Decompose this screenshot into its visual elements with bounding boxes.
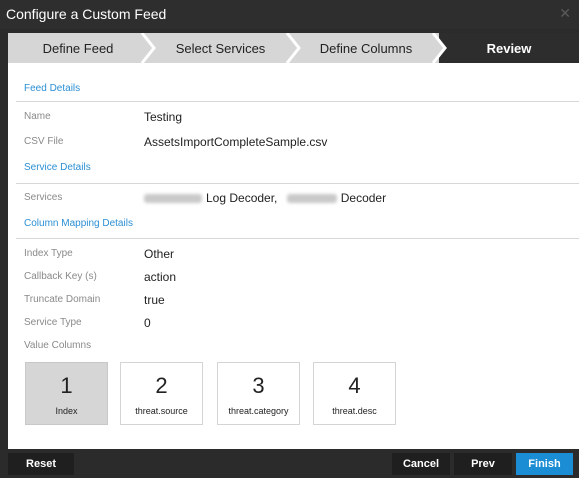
dialog-title: Configure a Custom Feed (6, 6, 167, 22)
reset-button[interactable]: Reset (8, 453, 74, 475)
index-type-value: Other (144, 247, 175, 261)
service2-type: Decoder (340, 191, 387, 205)
service-type-label: Service Type (24, 317, 82, 328)
wizard-step-review[interactable]: Review (439, 33, 579, 63)
wizard-step-label: Define Columns (319, 40, 413, 56)
close-icon[interactable]: ✕ (559, 5, 571, 22)
wizard-step-label: Review (486, 40, 532, 56)
divider (16, 101, 579, 102)
column-name: threat.source (135, 406, 188, 416)
services-label: Services (24, 192, 63, 203)
truncate-domain-value: true (144, 293, 165, 307)
section-heading-service-details: Service Details (24, 162, 91, 173)
section-heading-feed-details: Feed Details (24, 83, 81, 94)
value-column-tile[interactable]: 1 Index (25, 362, 108, 425)
column-name: Index (55, 406, 78, 416)
finish-button[interactable]: Finish (516, 453, 573, 475)
wizard-step-define-columns[interactable]: Define Columns (293, 33, 439, 63)
column-number: 2 (155, 373, 168, 398)
csv-file-label: CSV File (24, 136, 64, 147)
wizard-step-select-services[interactable]: Select Services (148, 33, 293, 63)
callback-key-label: Callback Key (s) (24, 271, 97, 282)
truncate-domain-label: Truncate Domain (24, 294, 101, 305)
configure-feed-dialog: Configure a Custom Feed ✕ Define Feed Se… (0, 0, 579, 478)
dialog-footer: Reset Cancel Prev Finish (0, 449, 579, 478)
name-label: Name (24, 111, 51, 122)
name-value: Testing (144, 110, 183, 124)
wizard-step-define-feed[interactable]: Define Feed (8, 33, 148, 63)
wizard-step-label: Define Feed (42, 40, 114, 56)
prev-button[interactable]: Prev (454, 453, 512, 475)
services-value: Log Decoder, Decoder (144, 191, 386, 205)
divider (16, 183, 579, 184)
column-number: 3 (252, 373, 265, 398)
csv-file-value: AssetsImportCompleteSample.csv (144, 135, 328, 149)
chevron-right-icon (140, 33, 156, 63)
index-type-label: Index Type (24, 248, 73, 259)
value-column-tile[interactable]: 3 threat.category (217, 362, 300, 425)
value-column-tile[interactable]: 4 threat.desc (313, 362, 396, 425)
column-number: 4 (348, 373, 361, 398)
column-name: threat.category (228, 406, 289, 416)
column-number: 1 (60, 373, 73, 398)
value-column-tile[interactable]: 2 threat.source (120, 362, 203, 425)
cancel-button[interactable]: Cancel (392, 453, 450, 475)
callback-key-value: action (144, 270, 177, 284)
redacted-ip (286, 194, 337, 204)
section-heading-column-mapping: Column Mapping Details (24, 218, 133, 229)
chevron-right-icon (285, 33, 301, 63)
divider (16, 238, 579, 239)
service-type-value: 0 (144, 316, 151, 330)
redacted-ip (144, 194, 202, 204)
review-content: Feed Details Name Testing CSV File Asset… (8, 63, 579, 449)
column-name: threat.desc (332, 406, 377, 416)
value-columns-label: Value Columns (24, 340, 92, 351)
service1-type: Log Decoder, (206, 191, 278, 205)
chevron-right-icon (431, 33, 447, 63)
dialog-titlebar: Configure a Custom Feed ✕ (0, 0, 579, 29)
wizard-steps: Define Feed Select Services Define Colum… (8, 33, 579, 63)
wizard-step-label: Select Services (175, 40, 266, 56)
